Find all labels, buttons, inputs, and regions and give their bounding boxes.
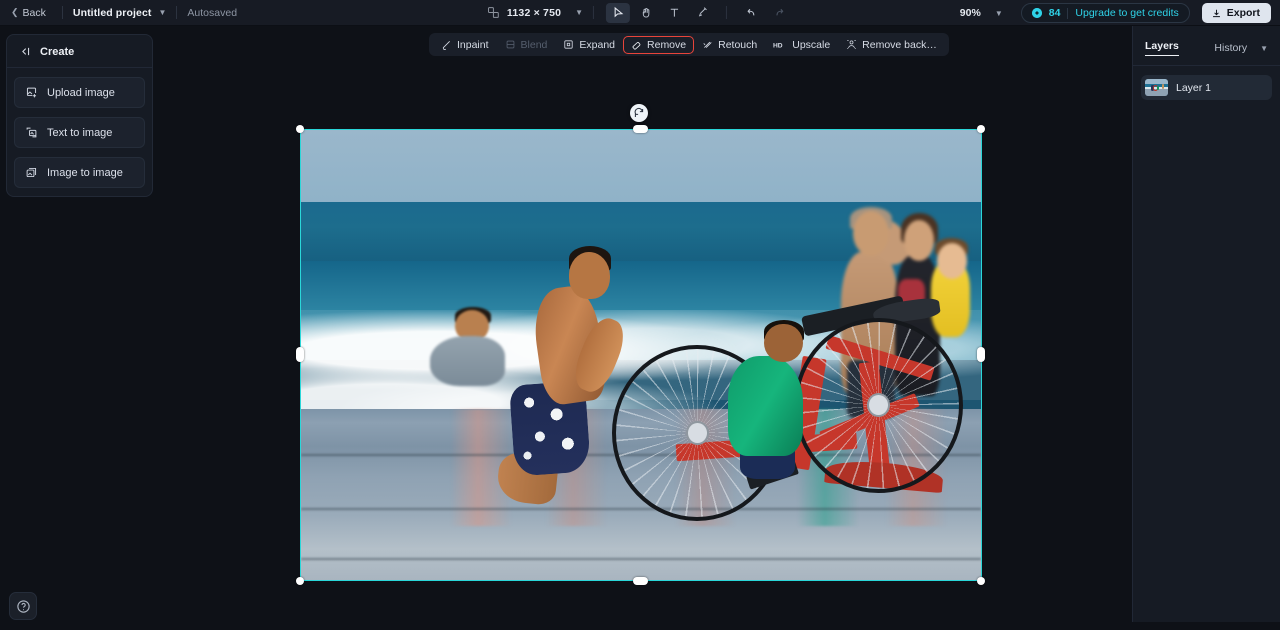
rotate-icon (634, 107, 644, 118)
redo-button[interactable] (767, 3, 791, 23)
layer-name: Layer 1 (1176, 81, 1212, 94)
chevron-down-icon[interactable]: ▼ (159, 8, 167, 17)
divider (1067, 7, 1069, 19)
autosaved-status: Autosaved (187, 6, 238, 19)
resize-handle-middle-right[interactable] (977, 347, 985, 362)
back-button[interactable]: ❮ Back (9, 4, 52, 22)
top-bar: ❮ Back Untitled project ▼ Autosaved 1132… (0, 0, 1280, 26)
divider (176, 6, 178, 19)
help-button[interactable] (9, 592, 37, 620)
redo-icon (776, 8, 784, 16)
image-boy-green-shirt (723, 320, 818, 486)
top-bar-right: 90% ▼ 84 Upgrade to get credits Export (960, 0, 1271, 26)
layer-thumbnail (1145, 79, 1168, 96)
image-man-washing-bike (495, 246, 631, 507)
resize-handle-middle-left[interactable] (296, 347, 304, 362)
top-bar-left: ❮ Back Untitled project ▼ Autosaved (0, 4, 237, 22)
resize-handle-top-right[interactable] (977, 125, 985, 133)
canvas-area[interactable] (0, 26, 1280, 630)
chevron-left-icon: ❮ (11, 7, 19, 17)
select-tool[interactable] (606, 2, 631, 23)
credit-count: 84 (1048, 7, 1061, 19)
download-icon (1212, 9, 1220, 17)
export-button[interactable]: Export (1201, 3, 1271, 23)
undo-button[interactable] (739, 3, 763, 23)
canvas-image[interactable] (301, 130, 981, 580)
zoom-control[interactable]: 90% ▼ (960, 7, 1003, 19)
back-button-label: Back (22, 6, 46, 19)
image-background-swimmer (430, 306, 512, 387)
image-sand-line (301, 557, 981, 560)
text-icon (670, 8, 678, 17)
divider (61, 6, 63, 19)
image-editor-app: ❮ Back Untitled project ▼ Autosaved 1132… (0, 0, 1280, 630)
hand-tool[interactable] (634, 3, 658, 23)
resize-handle-bottom-center[interactable] (633, 577, 648, 585)
canvas-size-value: 1132 × 750 (506, 6, 562, 19)
divider (593, 6, 595, 19)
credit-coin-icon (1031, 8, 1042, 18)
tab-history[interactable]: History ▼ (1214, 42, 1268, 54)
resize-handle-bottom-left[interactable] (296, 577, 304, 585)
divider (1133, 65, 1280, 66)
resize-handle-top-left[interactable] (296, 125, 304, 133)
chevron-down-icon[interactable]: ▼ (575, 8, 583, 17)
layers-panel-header: Layers History ▼ (1133, 26, 1280, 65)
cursor-icon (614, 6, 624, 18)
resize-handle-top-center[interactable] (633, 125, 648, 133)
tab-layers[interactable]: Layers (1145, 40, 1179, 56)
project-name: Untitled project (72, 6, 152, 19)
zoom-level-value: 90% (959, 7, 981, 19)
undo-icon (747, 8, 755, 16)
chevron-down-icon[interactable]: ▼ (995, 9, 1003, 18)
help-icon (16, 599, 30, 613)
layers-panel: Layers History ▼ Layer 1 (1132, 26, 1280, 622)
canvas-size-icon (488, 7, 499, 18)
brush-icon (698, 7, 707, 17)
divider (726, 6, 728, 19)
tab-history-label: History (1214, 42, 1248, 54)
resize-handle-bottom-right[interactable] (977, 577, 985, 585)
layer-item[interactable]: Layer 1 (1141, 75, 1272, 100)
hand-icon (642, 7, 650, 18)
rotate-handle[interactable] (630, 104, 648, 122)
export-button-label: Export (1226, 7, 1260, 19)
upgrade-link[interactable]: Upgrade to get credits (1075, 7, 1178, 19)
credits-pill: 84 Upgrade to get credits (1020, 3, 1190, 23)
text-tool[interactable] (662, 3, 686, 23)
top-bar-center: 1132 × 750 ▼ (487, 2, 793, 23)
brush-tool[interactable] (690, 3, 714, 23)
canvas-size-control[interactable]: 1132 × 750 ▼ (487, 6, 583, 19)
chevron-down-icon: ▼ (1260, 43, 1268, 53)
